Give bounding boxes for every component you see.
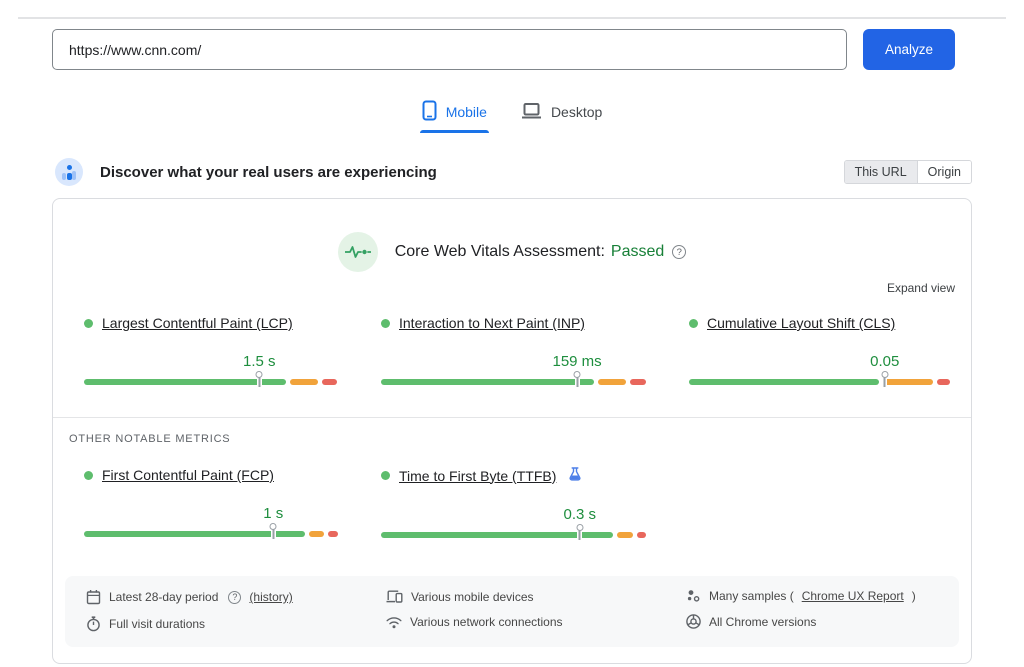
section-title: Discover what your real users are experi… bbox=[100, 164, 844, 181]
p75-pin-icon bbox=[576, 524, 583, 540]
sample-size: Many samples (Chrome UX Report) bbox=[686, 589, 938, 603]
help-icon[interactable]: ? bbox=[672, 245, 686, 259]
lcp-value: 1.5 s bbox=[243, 353, 276, 370]
device-tabs: Mobile Desktop bbox=[0, 100, 1024, 133]
ttfb-link[interactable]: Time to First Byte (TTFB) bbox=[399, 468, 556, 484]
p75-pin-icon bbox=[270, 523, 277, 539]
toggle-origin[interactable]: Origin bbox=[917, 161, 971, 183]
good-status-dot-icon bbox=[381, 471, 390, 480]
cls-value: 0.05 bbox=[870, 353, 899, 370]
tab-mobile[interactable]: Mobile bbox=[422, 100, 487, 133]
url-bar: Analyze bbox=[52, 29, 972, 70]
field-data-card: Core Web Vitals Assessment: Passed ? Exp… bbox=[52, 198, 972, 664]
inp-distribution-bar: 159 ms bbox=[381, 379, 646, 385]
help-icon[interactable]: ? bbox=[228, 591, 241, 604]
users-icon bbox=[55, 158, 83, 186]
ttfb-distribution-bar: 0.3 s bbox=[381, 532, 646, 538]
p75-pin-icon bbox=[881, 371, 888, 387]
data-source-footer: Latest 28-day period ? (history) Full vi… bbox=[65, 576, 959, 647]
metric-inp: Interaction to Next Paint (INP) 159 ms bbox=[381, 315, 646, 385]
mobile-phone-icon bbox=[422, 100, 437, 124]
calendar-icon bbox=[86, 589, 101, 605]
fcp-link[interactable]: First Contentful Paint (FCP) bbox=[102, 467, 274, 483]
top-divider bbox=[18, 17, 1006, 19]
cls-distribution-bar: 0.05 bbox=[689, 379, 950, 385]
wifi-icon bbox=[386, 616, 402, 629]
good-status-dot-icon bbox=[381, 319, 390, 328]
other-metrics-row: First Contentful Paint (FCP) 1 s Time to… bbox=[53, 467, 971, 538]
experimental-flask-icon[interactable] bbox=[569, 467, 581, 484]
history-link[interactable]: (history) bbox=[249, 590, 292, 604]
assessment-title: Core Web Vitals Assessment: Passed ? bbox=[395, 243, 687, 261]
pulse-icon bbox=[338, 232, 378, 272]
p75-pin-icon bbox=[256, 371, 263, 387]
device-coverage: Various mobile devices bbox=[386, 589, 686, 604]
good-status-dot-icon bbox=[689, 319, 698, 328]
good-status-dot-icon bbox=[84, 319, 93, 328]
tab-mobile-label: Mobile bbox=[446, 104, 487, 120]
expand-view-button[interactable]: Expand view bbox=[887, 281, 955, 295]
samples-icon bbox=[686, 589, 701, 603]
network-coverage: Various network connections bbox=[386, 615, 686, 629]
crux-link[interactable]: Chrome UX Report bbox=[802, 589, 904, 603]
devices-icon bbox=[386, 589, 403, 604]
metric-lcp: Largest Contentful Paint (LCP) 1.5 s bbox=[84, 315, 338, 385]
inp-link[interactable]: Interaction to Next Paint (INP) bbox=[399, 315, 585, 331]
metric-ttfb: Time to First Byte (TTFB) 0.3 s bbox=[381, 467, 646, 538]
url-input[interactable] bbox=[52, 29, 847, 70]
tab-desktop[interactable]: Desktop bbox=[521, 100, 602, 133]
scope-toggle: This URL Origin bbox=[844, 160, 972, 184]
assessment-status: Passed bbox=[611, 243, 664, 261]
core-metrics-row: Largest Contentful Paint (LCP) 1.5 s Int… bbox=[53, 315, 971, 385]
active-tab-underline bbox=[420, 130, 489, 133]
chrome-versions: All Chrome versions bbox=[686, 614, 938, 629]
desktop-icon bbox=[521, 102, 542, 123]
fcp-distribution-bar: 1 s bbox=[84, 531, 338, 537]
good-status-dot-icon bbox=[84, 471, 93, 480]
collection-period: Latest 28-day period ? (history) bbox=[86, 589, 386, 605]
fcp-value: 1 s bbox=[263, 505, 283, 522]
tab-desktop-label: Desktop bbox=[551, 104, 602, 120]
analyze-button[interactable]: Analyze bbox=[863, 29, 955, 70]
other-metrics-label: OTHER NOTABLE METRICS bbox=[69, 433, 971, 445]
metric-fcp: First Contentful Paint (FCP) 1 s bbox=[84, 467, 338, 538]
inp-value: 159 ms bbox=[552, 353, 601, 370]
toggle-this-url[interactable]: This URL bbox=[845, 161, 917, 183]
ttfb-value: 0.3 s bbox=[563, 506, 596, 523]
visit-durations: Full visit durations bbox=[86, 616, 386, 632]
stopwatch-icon bbox=[86, 616, 101, 632]
card-divider bbox=[53, 417, 971, 418]
cls-link[interactable]: Cumulative Layout Shift (CLS) bbox=[707, 315, 895, 331]
chrome-icon bbox=[686, 614, 701, 629]
lcp-link[interactable]: Largest Contentful Paint (LCP) bbox=[102, 315, 293, 331]
lcp-distribution-bar: 1.5 s bbox=[84, 379, 338, 385]
metric-cls: Cumulative Layout Shift (CLS) 0.05 bbox=[689, 315, 950, 385]
p75-pin-icon bbox=[574, 371, 581, 387]
